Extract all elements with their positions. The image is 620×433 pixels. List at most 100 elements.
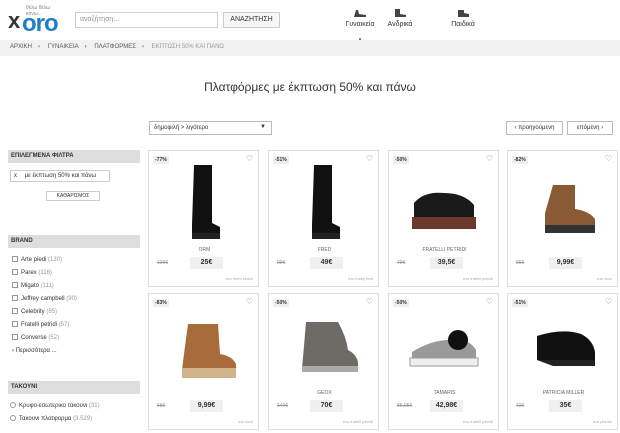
brand-option[interactable]: Parex (116) [12,269,52,276]
more-brands-link[interactable]: › Περισσότερα ... [12,348,57,354]
product-card[interactable]: -51% ♡ PATRICIA MILLER 72€ 35€ στο planito [507,293,618,430]
brand-option[interactable]: Arte piedi (130) [12,256,62,263]
checkbox[interactable] [12,321,18,327]
current-price: 42,98€ [430,400,463,412]
heart-icon[interactable]: ♡ [246,297,253,306]
heart-icon[interactable]: ♡ [246,154,253,163]
heart-icon[interactable]: ♡ [605,154,612,163]
product-image[interactable] [164,306,244,386]
store-name: στο fratelli petridi [462,419,493,424]
breadcrumb-women[interactable]: ΓΥΝΑΙΚΕΙΑ [48,44,79,50]
brand-name: Parex [21,270,37,276]
product-brand: TAMARIS [433,390,456,396]
active-filter-chip[interactable]: x με έκπτωση 50% και πάνω [10,170,110,182]
boot-icon [395,9,406,17]
page-title: Πλατφόρμες με έκπτωση 50% και πάνω [204,80,416,94]
radio[interactable] [10,402,16,408]
product-card[interactable]: -82% ♡ 55€ 9,99€ στο toco [507,150,618,287]
heel-count: (31) [88,403,100,409]
site-header: x θέλω θέλω κάνω... oro αναζήτηση... ΑΝΑ… [0,0,620,43]
filters-heading: ΕΠΙΛΕΓΜΕΝΑ ΦΙΛΤΡΑ [8,150,140,163]
brand-count: (90) [66,296,77,302]
category-kids[interactable]: Παιδικά [428,8,498,28]
old-price: 99€ [277,260,286,266]
category-label: Ανδρικά [387,21,413,28]
brand-count: (57) [58,322,70,328]
prev-page-button[interactable]: ‹ προηγούμενη [506,121,563,135]
product-card[interactable]: -50% ♡ GEOX 140€ 70€ στο fratelli petridi [268,293,379,430]
store-name: στο toco [597,276,612,281]
old-price: 72€ [516,403,525,409]
current-price: 39,5€ [430,257,463,269]
product-image[interactable] [404,163,484,243]
next-page-button[interactable]: επόμενη › [567,121,613,135]
checkbox[interactable] [12,295,18,301]
logo[interactable]: x θέλω θέλω κάνω... oro [8,5,64,37]
heart-icon[interactable]: ♡ [366,154,373,163]
close-icon[interactable]: x [14,173,17,179]
product-image[interactable] [284,306,364,386]
store-name: στο planito [592,419,612,424]
brand-name: Arte piedi [21,257,47,263]
product-card[interactable]: -83% ♡ 58€ 9,99€ στο toco [148,293,259,430]
radio[interactable] [10,415,16,421]
heart-icon[interactable]: ♡ [366,297,373,306]
checkbox[interactable] [12,334,18,340]
heel-option[interactable]: Τακουνι πλατφορμα (3.529) [10,415,92,422]
old-price: 55€ [516,260,525,266]
logo-x: x [8,8,21,33]
current-price: 35€ [549,400,582,412]
store-name: στο fratelli petridi [342,419,373,424]
store-name: στο funky fred [348,276,373,281]
product-image[interactable] [523,306,603,386]
current-price: 70€ [310,400,343,412]
brand-name: Fratelli petridi [21,322,58,328]
product-card[interactable]: -51% ♡ FRED 99€ 49€ στο funky fred [268,150,379,287]
search-input[interactable]: αναζήτηση... [75,12,218,28]
product-card[interactable]: -50% ♡ FRATELLI PETRIDI 79€ 39,5€ στο fratell… [388,150,499,287]
product-brand: PATRICIA MILLER [542,390,585,396]
chevron-right-icon: › [12,348,14,354]
sort-select[interactable]: δημοφιλή > λιγότερο ▼ [149,121,272,135]
product-card[interactable]: -50% ♡ TAMARIS 85,95€ 42,98€ στο fratelli pet… [388,293,499,430]
sort-value: δημοφιλή > λιγότερο [154,125,209,131]
more-label: Περισσότερα ... [15,348,57,354]
product-image[interactable] [404,306,484,386]
product-brand: ORM [198,247,211,253]
brand-option[interactable]: Migato (111) [12,282,54,289]
product-image[interactable] [284,163,364,243]
heel-option[interactable]: Κρυφο-εσωτερικο τακουνι (31) [10,402,100,409]
brand-count: (130) [48,257,63,263]
heart-icon[interactable]: ♡ [486,297,493,306]
product-image[interactable] [523,163,603,243]
breadcrumb-home[interactable]: ΑΡΧΙΚΗ [10,44,32,50]
clear-filters-button[interactable]: ΚΑΘΑΡΙΣΜΟΣ [46,191,100,201]
brand-name: Converse [21,335,47,341]
brand-count: (85) [46,309,58,315]
brand-heading: BRAND [8,235,140,248]
search-button[interactable]: ΑΝΑΖΗΤΗΣΗ [223,12,280,28]
breadcrumb-platforms[interactable]: ΠΛΑΤΦΟΡΜΕΣ [94,44,136,50]
brand-option[interactable]: Fratelli petridi (57) [12,321,69,328]
checkbox[interactable] [12,308,18,314]
breadcrumb-current: ΕΚΠΤΩΣΗ 50% ΚΑΙ ΠΑΝΩ [151,44,224,50]
old-price: 79€ [397,260,406,266]
current-price: 9,99€ [190,400,223,412]
heart-icon[interactable]: ♡ [605,297,612,306]
brand-option[interactable]: Converse (52) [12,334,59,341]
brand-option[interactable]: Jeffrey campbell (90) [12,295,77,302]
checkbox[interactable] [12,256,18,262]
brand-count: (52) [48,335,60,341]
category-label: Παιδικά [451,21,475,28]
product-image[interactable] [164,163,244,243]
brand-name: Celebrity [21,309,45,315]
old-price: 140€ [277,403,289,409]
heel-name: Κρυφο-εσωτερικο τακουνι [19,403,88,409]
product-brand: GEOX [317,390,332,396]
heart-icon[interactable]: ♡ [486,154,493,163]
category-men[interactable]: Ανδρικά [365,8,435,28]
product-card[interactable]: -77% ♡ ORM 109€ 25€ στο mem kiokio [148,150,259,287]
brand-option[interactable]: Celebrity (85) [12,308,57,315]
checkbox[interactable] [12,269,18,275]
checkbox[interactable] [12,282,18,288]
